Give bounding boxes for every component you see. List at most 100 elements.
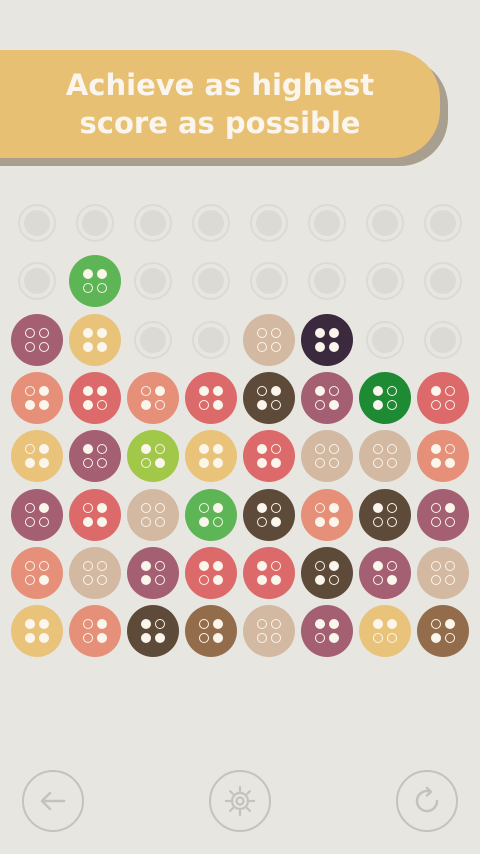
dot-filled [329,516,339,527]
ball-sand[interactable] [69,313,121,366]
ball-cocoa[interactable] [127,605,179,658]
ball-cocoa[interactable] [301,546,353,599]
ball-cocoa[interactable] [243,371,295,424]
dot-filled [431,385,441,396]
dot-outline [431,502,441,513]
restart-button[interactable] [396,770,458,832]
dot-outline [83,574,93,585]
ball-coral[interactable] [185,546,237,599]
ball-mocha[interactable] [185,605,237,658]
dot-filled [431,458,441,469]
empty-slot[interactable] [134,262,172,301]
ball-salmon[interactable] [127,371,179,424]
dot-outline [271,399,281,410]
ball-cocoa[interactable] [243,488,295,541]
empty-slot-hole [198,268,224,295]
dot-outline [83,502,93,513]
ball-salmon[interactable] [69,605,121,658]
ball-plum[interactable] [417,488,469,541]
ball-plum[interactable] [301,371,353,424]
ball-coral[interactable] [185,371,237,424]
empty-slot[interactable] [250,262,288,301]
ball-salmon[interactable] [11,546,63,599]
empty-slot[interactable] [424,204,462,242]
ball-green[interactable] [185,488,237,541]
dot-outline [97,399,107,410]
dot-outline [141,458,151,469]
ball-tan[interactable] [127,488,179,541]
ball-tan[interactable] [417,546,469,599]
empty-slot[interactable] [192,204,230,242]
dot-filled [83,327,93,338]
dot-outline [97,560,107,571]
ball-tan[interactable] [243,605,295,658]
empty-slot[interactable] [134,320,172,359]
empty-slot[interactable] [366,204,404,242]
empty-slot[interactable] [18,262,56,301]
ball-salmon[interactable] [417,430,469,483]
ball-salmon[interactable] [11,371,63,424]
dot-filled [97,341,107,352]
dot-outline [271,633,281,644]
dot-filled [25,619,35,630]
ball-tan[interactable] [301,430,353,483]
ball-coral[interactable] [69,488,121,541]
dot-filled [315,619,325,630]
dot-outline [155,444,165,455]
ball-sand[interactable] [359,605,411,658]
dot-outline [445,560,455,571]
empty-slot[interactable] [18,204,56,242]
empty-slot-hole [256,268,282,295]
dot-outline [257,341,267,352]
dot-outline [315,399,325,410]
ball-tan[interactable] [243,313,295,366]
dot-outline [257,327,267,338]
empty-slot[interactable] [76,204,114,242]
ball-tan[interactable] [69,546,121,599]
empty-slot[interactable] [308,204,346,242]
restart-icon [415,786,439,813]
ball-green[interactable] [69,255,121,308]
ball-mocha[interactable] [417,605,469,658]
ball-sand[interactable] [11,430,63,483]
empty-slot-hole [372,210,398,236]
empty-slot[interactable] [424,262,462,301]
ball-darkgreen[interactable] [359,371,411,424]
ball-plum[interactable] [69,430,121,483]
empty-slot[interactable] [250,204,288,242]
ball-sand[interactable] [185,430,237,483]
empty-slot-hole [430,326,456,353]
empty-slot[interactable] [192,320,230,359]
ball-plum[interactable] [301,605,353,658]
empty-slot[interactable] [366,320,404,359]
ball-cocoa[interactable] [359,488,411,541]
dot-filled [257,502,267,513]
settings-button[interactable] [209,770,271,832]
dot-filled [271,516,281,527]
ball-plum[interactable] [11,488,63,541]
ball-coral[interactable] [417,371,469,424]
empty-slot[interactable] [424,320,462,359]
ball-lime[interactable] [127,430,179,483]
ball-salmon[interactable] [301,488,353,541]
dot-outline [445,574,455,585]
back-button[interactable] [22,770,84,832]
ball-coral[interactable] [243,430,295,483]
dot-filled [257,574,267,585]
ball-coral[interactable] [69,371,121,424]
ball-midnight[interactable] [301,313,353,366]
dot-filled [315,516,325,527]
dot-filled [199,385,209,396]
ball-plum[interactable] [127,546,179,599]
empty-slot[interactable] [134,204,172,242]
ball-coral[interactable] [243,546,295,599]
empty-slot[interactable] [192,262,230,301]
ball-sand[interactable] [11,605,63,658]
ball-plum[interactable] [359,546,411,599]
dot-outline [155,502,165,513]
dot-filled [39,458,49,469]
empty-slot[interactable] [366,262,404,301]
ball-tan[interactable] [359,430,411,483]
empty-slot[interactable] [308,262,346,301]
ball-plum[interactable] [11,313,63,366]
